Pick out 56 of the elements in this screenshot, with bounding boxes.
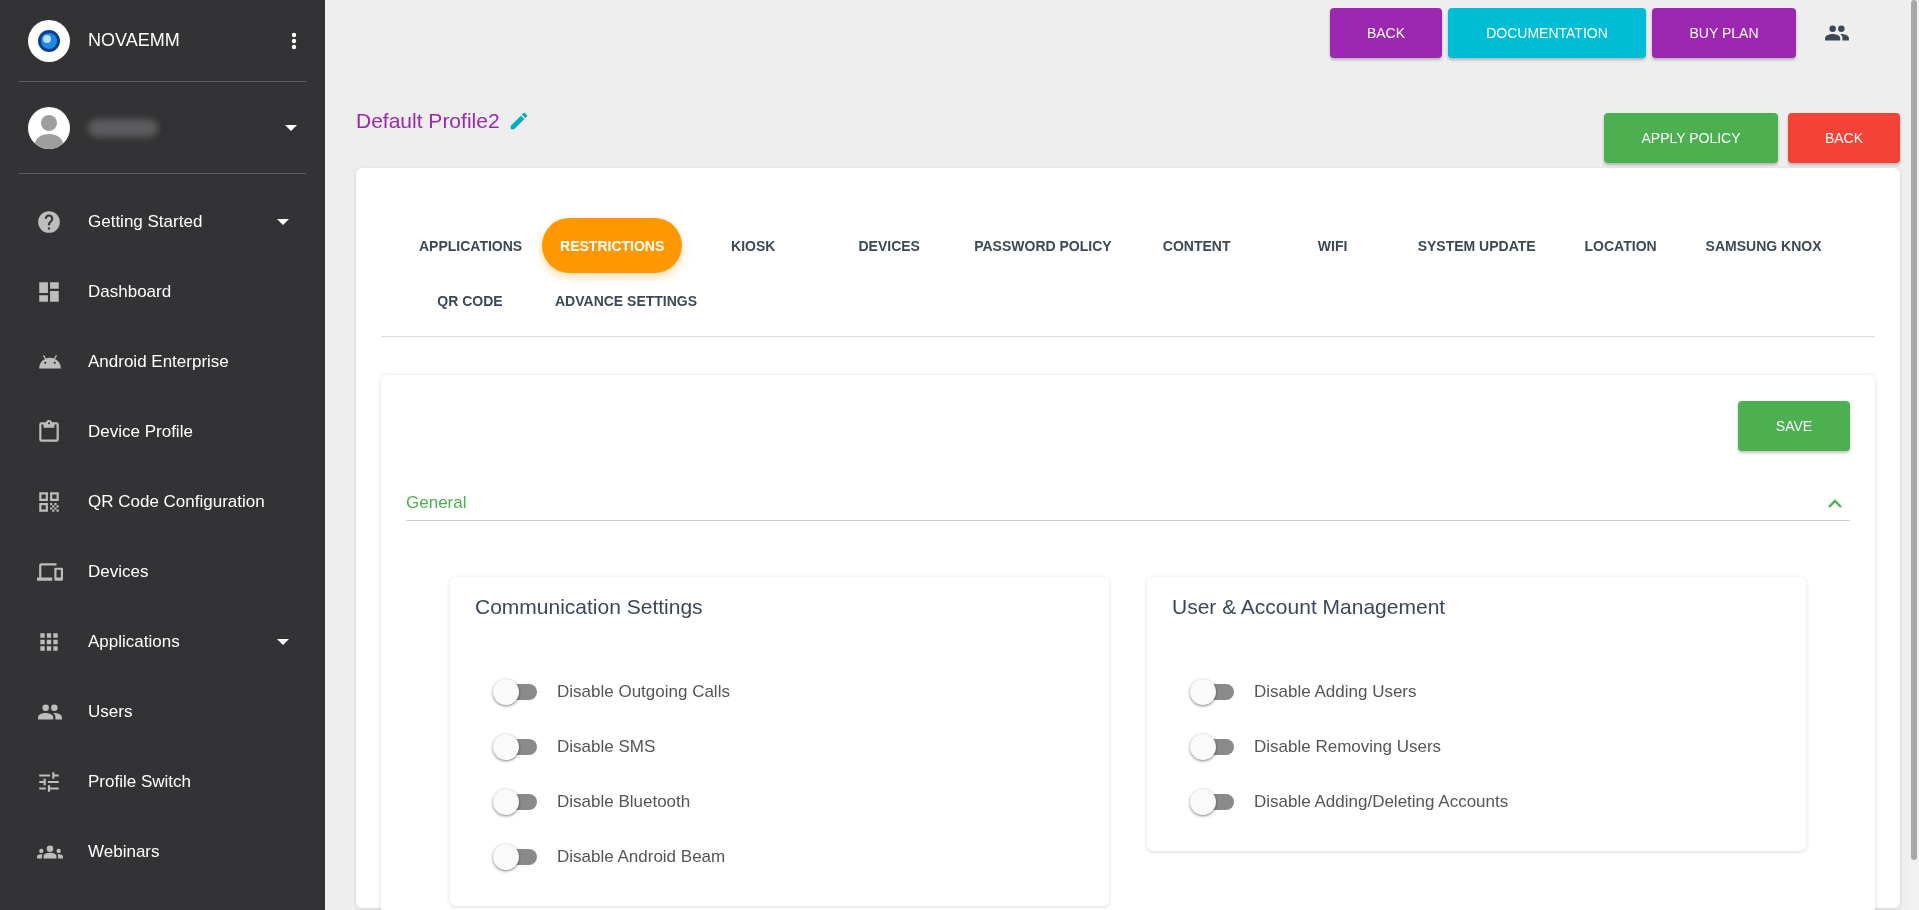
tab[interactable]: WIFI [1267,218,1398,273]
tab[interactable]: KIOSK [688,218,819,273]
toggle-switch[interactable] [493,678,537,705]
tab[interactable]: SAMSUNG KNOX [1691,218,1836,273]
toggle-switch[interactable] [1190,788,1234,815]
tab[interactable]: DEVICES [824,218,955,273]
toggle-label: Disable Adding Users [1254,681,1417,702]
profile-title: Default Profile2 [356,109,500,133]
sidebar-item[interactable]: Devices [0,537,325,607]
sidebar-item[interactable]: Applications [0,607,325,677]
logo-icon [28,19,70,62]
toggle-switch[interactable] [493,788,537,815]
blurred-user-name [88,118,158,137]
sidebar-item[interactable]: Android Enterprise [0,327,325,397]
tab[interactable]: LOCATION [1555,218,1686,273]
toggle-switch[interactable] [1190,678,1234,705]
sidebar-item[interactable]: Device Profile [0,397,325,467]
chevron-icon[interactable] [1828,498,1842,508]
toggle-label: Disable Adding/Deleting Accounts [1254,791,1509,812]
caret-icon[interactable] [277,639,289,645]
toggle-label: Disable Android Beam [557,846,726,867]
caret-icon[interactable] [285,124,297,131]
card-title: User & Account Management [1172,595,1447,619]
toggle-label: Disable Bluetooth [557,791,691,812]
tab[interactable]: CONTENT [1131,218,1262,273]
action-button[interactable]: BACK [1330,8,1442,58]
sliders-icon [36,769,62,795]
tab[interactable]: APPLICATIONS [405,218,537,273]
tab[interactable]: PASSWORD POLICY [960,218,1126,273]
sidebar-item[interactable]: QR Code Configuration [0,467,325,537]
sidebar-item[interactable]: Dashboard [0,257,325,327]
toggle-switch[interactable] [493,733,537,760]
help-icon [36,209,62,235]
action-button[interactable]: BACK [1788,113,1900,163]
toggle-switch[interactable] [1190,733,1234,760]
toggle-label: Disable SMS [557,736,656,757]
card-title: Communication Settings [475,595,704,619]
tab[interactable]: ADVANCE SETTINGS [541,273,712,328]
brand-name: NOVAEMM [88,30,181,51]
avatar-icon [28,106,70,149]
toggle-label: Disable Outgoing Calls [557,681,730,702]
toggle-label: Disable Removing Users [1254,736,1442,757]
sidebar-item[interactable]: Webinars [0,817,325,887]
tab[interactable]: QR CODE [405,273,535,328]
caret-icon[interactable] [277,219,289,225]
tab[interactable]: SYSTEM UPDATE [1403,218,1550,273]
dashboard-icon [36,279,62,305]
qr-code-icon [36,489,62,515]
action-button[interactable]: BUY PLAN [1652,8,1796,58]
sidebar-item[interactable]: Getting Started [0,187,325,257]
users-icon[interactable] [1824,23,1850,43]
toggle-switch[interactable] [493,843,537,870]
sidebar-item[interactable]: Users [0,677,325,747]
clipboard-icon [36,419,62,445]
sidebar-item[interactable]: Profile Switch [0,747,325,817]
more-options-icon[interactable] [291,31,297,50]
